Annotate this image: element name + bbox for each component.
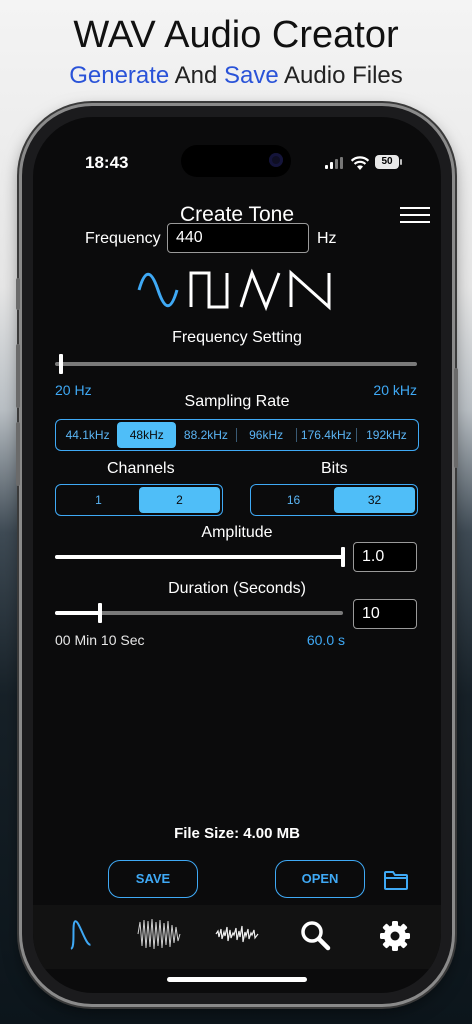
phone-frame: 18:43 50 Create Tone Frequency 440 Hz Fr… xyxy=(16,106,458,1004)
frequency-input[interactable]: 440 xyxy=(167,223,309,253)
frequency-unit: Hz xyxy=(317,230,337,247)
sampling-rate-option[interactable]: 88.2kHz xyxy=(176,422,235,448)
hamburger-menu-icon[interactable] xyxy=(400,207,430,223)
promo-subtitle-word2: And xyxy=(174,62,218,89)
promo-subtitle-word3: Save xyxy=(224,62,279,89)
app-screen: 18:43 50 Create Tone Frequency 440 Hz Fr… xyxy=(33,117,441,993)
settings-icon[interactable] xyxy=(379,920,411,952)
power-button xyxy=(454,368,458,468)
volume-up-button xyxy=(16,344,20,408)
audio-tab-icon[interactable] xyxy=(215,923,259,945)
duration-label: Duration (Seconds) xyxy=(168,580,306,597)
square-wave-icon[interactable] xyxy=(189,267,231,313)
duration-slider-thumb[interactable] xyxy=(98,603,102,623)
frequency-label: Frequency xyxy=(85,230,161,247)
volume-down-button xyxy=(16,422,20,486)
bits-segmented-control: 16 32 xyxy=(250,484,418,516)
sampling-rate-segmented-control: 44.1kHz 48kHz 88.2kHz 96kHz 176.4kHz 192… xyxy=(55,419,419,451)
promo-subtitle: Generate And Save Audio Files xyxy=(0,62,472,90)
triangle-wave-icon[interactable] xyxy=(239,267,281,313)
duration-slider-fill xyxy=(55,611,100,615)
promo-title: WAV Audio Creator xyxy=(73,14,399,56)
open-button[interactable]: OPEN xyxy=(275,860,365,898)
bits-option[interactable]: 32 xyxy=(334,487,415,513)
folder-icon[interactable] xyxy=(383,869,409,891)
status-time: 18:43 xyxy=(85,153,129,172)
sampling-rate-option[interactable]: 48kHz xyxy=(117,422,177,448)
search-icon[interactable] xyxy=(299,919,331,951)
channels-label: Channels xyxy=(107,460,175,477)
file-size-label: File Size: 4.00 MB xyxy=(174,825,300,842)
duration-input[interactable]: 10 xyxy=(353,599,417,629)
channels-segmented-control: 1 2 xyxy=(55,484,223,516)
sampling-rate-option[interactable]: 192kHz xyxy=(357,422,416,448)
battery-icon: 50 xyxy=(375,155,402,169)
channels-option[interactable]: 2 xyxy=(139,487,220,513)
noise-tab-icon[interactable] xyxy=(137,917,181,951)
amplitude-slider-thumb[interactable] xyxy=(341,547,345,567)
sawtooth-wave-icon[interactable] xyxy=(289,267,331,313)
camera-icon xyxy=(269,153,283,167)
sampling-rate-option[interactable]: 176.4kHz xyxy=(297,422,356,448)
duration-readout: 00 Min 10 Sec xyxy=(55,632,145,648)
frequency-slider-thumb[interactable] xyxy=(59,354,63,374)
sampling-rate-label: Sampling Rate xyxy=(184,393,290,410)
promo-subtitle-word1: Generate xyxy=(69,62,170,89)
home-indicator xyxy=(167,977,307,982)
amplitude-slider-fill xyxy=(55,555,343,559)
frequency-slider-track[interactable] xyxy=(55,362,417,366)
sampling-rate-option[interactable]: 96kHz xyxy=(237,422,296,448)
amplitude-input[interactable]: 1.0 xyxy=(353,542,417,572)
bits-label: Bits xyxy=(321,460,348,477)
channels-option[interactable]: 1 xyxy=(58,487,139,513)
bits-option[interactable]: 16 xyxy=(253,487,334,513)
sine-wave-icon[interactable] xyxy=(137,267,179,313)
duration-max-label: 60.0 s xyxy=(306,632,345,648)
wifi-icon xyxy=(350,155,370,176)
promo-subtitle-word4: Audio Files xyxy=(284,62,403,89)
amplitude-label: Amplitude xyxy=(201,524,273,541)
frequency-setting-label: Frequency Setting xyxy=(172,329,302,346)
save-button[interactable]: SAVE xyxy=(108,860,198,898)
tone-tab-icon[interactable] xyxy=(65,917,91,951)
action-button xyxy=(16,278,20,310)
cellular-signal-icon xyxy=(325,157,345,169)
sampling-rate-option[interactable]: 44.1kHz xyxy=(58,422,117,448)
